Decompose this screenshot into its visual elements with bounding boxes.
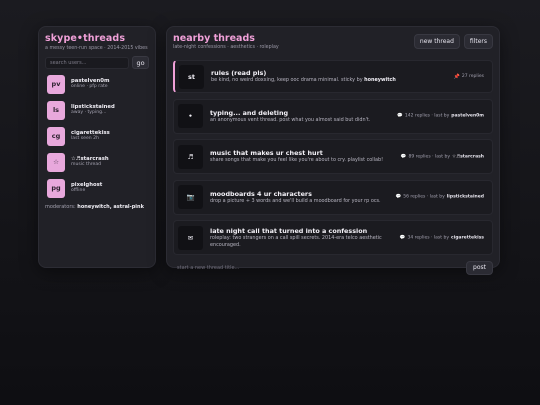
- thread-description: drop a picture + 3 words and we'll build…: [210, 197, 381, 204]
- last-poster: lipstickstained: [446, 194, 484, 200]
- thread-title: rules (read pls): [211, 69, 267, 78]
- user-status: last seen 2h: [71, 136, 99, 142]
- dot-icon: •: [178, 104, 203, 128]
- thread-meta: 💬 142 replies · last by pastelven0m: [397, 114, 484, 119]
- thread-title: late night call that turned into a confe…: [210, 226, 368, 235]
- thread-title: typing... and deleting: [210, 108, 289, 117]
- pin-icon: 📌: [453, 73, 460, 80]
- thread-description: an anonymous vent thread. post what you …: [210, 116, 371, 123]
- moderators-line: moderators: honeywitch, astral-pink: [45, 204, 149, 210]
- thread-item-pinned[interactable]: st rules (read pls) be kind, no weird do…: [173, 60, 493, 93]
- thread-meta: 📌 27 replies: [454, 74, 484, 80]
- sidebar: skype•threads a messy teen-run space · 2…: [38, 26, 156, 268]
- page-subtitle: late-night confessions · aesthetics · ro…: [173, 45, 279, 50]
- user-list: pv pastelven0m online · pfp rate ls lips…: [45, 74, 149, 198]
- last-poster: ☆♬starcrash: [452, 154, 484, 159]
- user-item[interactable]: ☆ ☆♬starcrash music thread: [45, 152, 149, 172]
- user-status: offline: [71, 188, 86, 194]
- envelope-icon: ✉: [178, 225, 203, 250]
- search-go-button[interactable]: go: [132, 56, 149, 69]
- thread-item[interactable]: ♬ music that makes ur chest hurt share s…: [173, 139, 493, 174]
- user-item[interactable]: ls lipstickstained away · typing...: [45, 100, 149, 120]
- user-item[interactable]: pg pixelghost offline: [45, 178, 149, 198]
- threads-panel: nearby threads late-night confessions · …: [166, 26, 500, 275]
- speech-bubble-icon: 💬: [397, 113, 403, 119]
- speech-bubble-icon: 💬: [399, 235, 406, 240]
- thread-description: be kind, no weird doxxing, keep ooc dram…: [211, 77, 396, 84]
- music-note-icon: ♬: [178, 144, 203, 169]
- thread-meta: 💬 89 replies · last by ☆♬starcrash: [401, 154, 484, 159]
- user-search-input[interactable]: [45, 56, 129, 69]
- avatar: cg: [47, 126, 65, 146]
- last-poster: pastelven0m: [451, 113, 484, 119]
- user-search-row: go: [45, 56, 149, 69]
- user-status: away · typing...: [71, 110, 107, 116]
- avatar: pg: [47, 178, 65, 198]
- thread-icon: st: [179, 64, 204, 89]
- new-thread-button[interactable]: new thread: [413, 34, 460, 49]
- thread-title: music that makes ur chest hurt: [210, 149, 323, 158]
- avatar: ls: [47, 100, 65, 120]
- new-thread-title-input[interactable]: [173, 260, 467, 275]
- page-title: nearby threads: [173, 33, 255, 44]
- speech-bubble-icon: 💬: [400, 154, 407, 159]
- threads-header: nearby threads late-night confessions · …: [173, 33, 493, 57]
- filters-button[interactable]: filters: [463, 34, 493, 49]
- brand-title: skype•threads: [45, 33, 126, 44]
- reply-count: 34 replies · last by: [407, 235, 449, 240]
- moderators-label: moderators:: [45, 204, 76, 210]
- camera-icon: 📷: [178, 185, 203, 209]
- thread-description: roleplay: two strangers on a call spill …: [210, 235, 382, 248]
- user-item[interactable]: pv pastelven0m online · pfp rate: [45, 74, 149, 94]
- thread-list: st rules (read pls) be kind, no weird do…: [173, 60, 493, 255]
- last-poster: cigarettekiss: [451, 235, 484, 240]
- speech-bubble-icon: 💬: [395, 194, 402, 200]
- reply-count: 142 replies · last by: [404, 113, 450, 119]
- thread-description: share songs that make you feel like you'…: [210, 157, 384, 164]
- thread-item[interactable]: 📷 moodboards 4 ur characters drop a pict…: [173, 179, 493, 215]
- user-status: music thread: [71, 162, 102, 168]
- post-button[interactable]: post: [466, 260, 493, 275]
- thread-title: moodboards 4 ur characters: [210, 189, 312, 198]
- reply-count: 56 replies · last by: [403, 194, 445, 200]
- user-status: online · pfp rate: [71, 84, 108, 90]
- moderators-names: honeywitch, astral-pink: [77, 204, 144, 210]
- thread-meta: 💬 56 replies · last by lipstickstained: [396, 195, 484, 200]
- thread-item[interactable]: ✉ late night call that turned into a con…: [173, 220, 493, 255]
- thread-meta: 💬 34 replies · last by cigarettekiss: [400, 235, 484, 240]
- brand-tagline: a messy teen-run space · 2014-2015 vibes: [45, 46, 148, 51]
- avatar: ☆: [47, 152, 65, 172]
- thread-author: honeywitch: [364, 77, 396, 84]
- reply-count: 89 replies · last by: [408, 154, 451, 159]
- user-item[interactable]: cg cigarettekiss last seen 2h: [45, 126, 149, 146]
- avatar: pv: [47, 74, 65, 94]
- new-thread-composer: post: [173, 260, 493, 275]
- thread-item[interactable]: • typing... and deleting an anonymous ve…: [173, 98, 493, 134]
- reply-count: 27 replies: [461, 74, 484, 79]
